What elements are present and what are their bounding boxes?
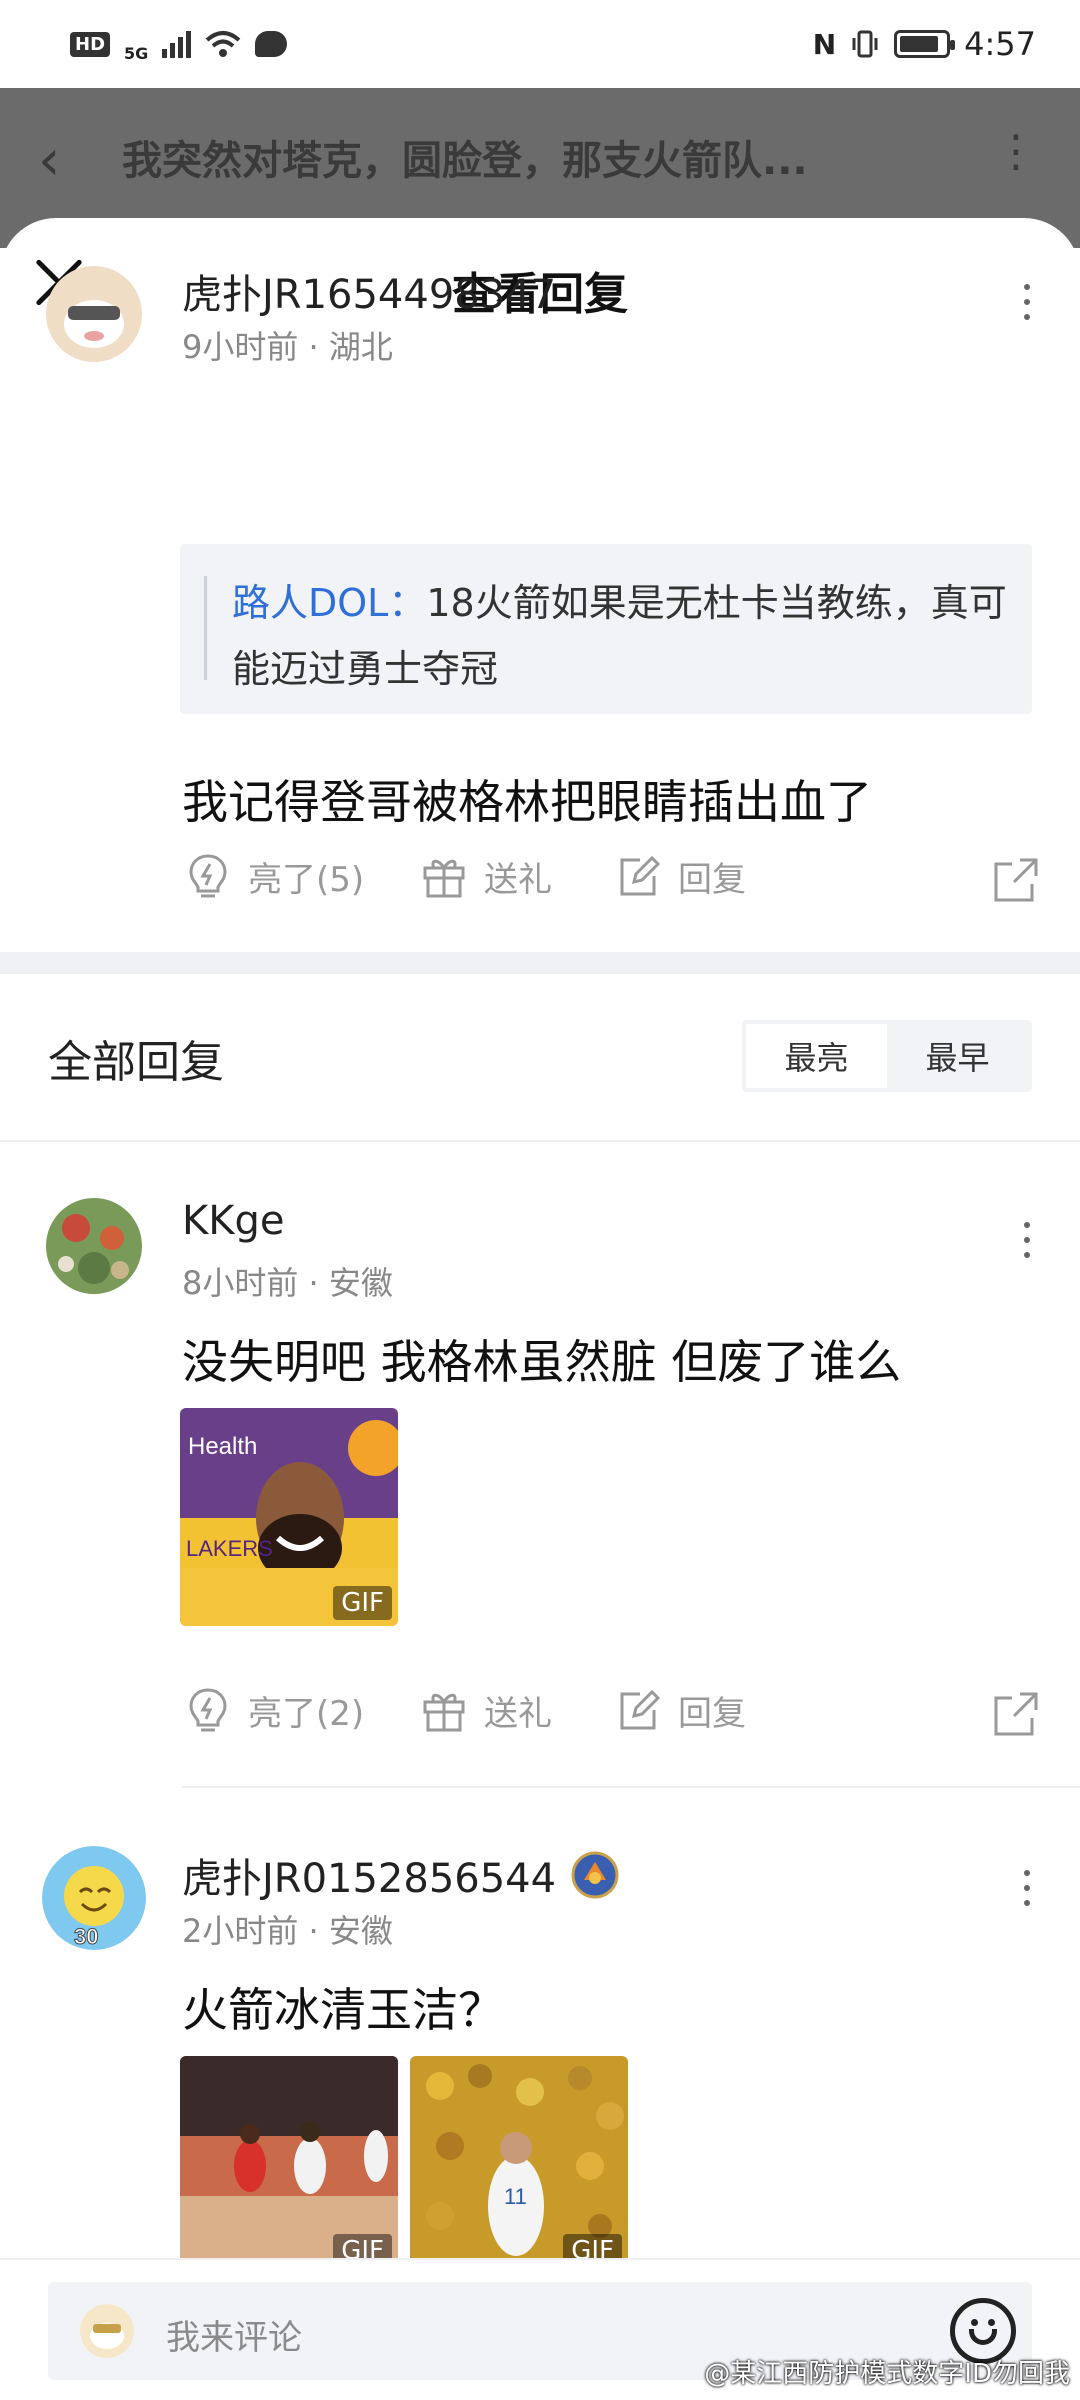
comment-actions: 亮了(2) 送礼 回复 (182, 1684, 1042, 1744)
gif-badge: GIF (333, 1586, 392, 1620)
avatar (80, 2304, 134, 2358)
avatar[interactable] (46, 1198, 142, 1294)
main-comment: 虎扑JR1654498347 9小时前 · 湖北 路人DOL：18火箭如果是无杜… (0, 218, 1080, 1118)
quote-author[interactable]: 路人DOL： (232, 581, 426, 625)
lightbulb-icon (189, 854, 227, 898)
more-vertical-icon[interactable]: ⋮ (994, 126, 1038, 177)
sort-option-earliest[interactable]: 最早 (887, 1024, 1028, 1088)
bottom-comment-bar: 我来评论 @某江西防护模式数字ID勿回我 (0, 2258, 1080, 2400)
section-separator (0, 952, 1080, 974)
wifi-icon (205, 31, 241, 57)
nfc-icon: N (812, 27, 837, 61)
like-button[interactable]: 亮了(2) (182, 1684, 364, 1736)
edit-icon (620, 855, 661, 896)
like-button[interactable]: 亮了(5) (182, 850, 364, 902)
sort-toggle: 最亮 最早 (742, 1020, 1032, 1092)
comment-meta: 8小时前 · 安徽 (182, 1264, 393, 1302)
gift-label: 送礼 (484, 859, 552, 900)
comment-placeholder: 我来评论 (166, 2318, 302, 2358)
gift-button[interactable]: 送礼 (418, 850, 552, 902)
comment-text: 没失明吧 我格林虽然脏 但废了谁么 (182, 1335, 902, 1389)
sort-option-brightest[interactable]: 最亮 (746, 1024, 887, 1088)
gif-image[interactable]: 11 GIF (410, 2056, 628, 2274)
gif-health-text: Health (188, 1433, 257, 1460)
reply-label: 回复 (678, 1693, 746, 1734)
username-text: 虎扑JR0152856544 (182, 1856, 557, 1902)
comment-text: 我记得登哥被格林把眼睛插出血了 (182, 775, 872, 829)
share-icon[interactable] (990, 854, 1042, 906)
divider (182, 1786, 1080, 1788)
comment-meta: 9小时前 · 湖北 (182, 328, 393, 366)
signal-icon (162, 30, 192, 58)
lightbulb-icon (189, 1688, 227, 1732)
username-text: KKge (182, 1198, 285, 1244)
article-title: 我突然对塔克，圆脸登，那支火箭队... (122, 138, 808, 184)
network-type: 5G (124, 43, 149, 63)
quoted-comment[interactable]: 路人DOL：18火箭如果是无杜卡当教练，真可能迈过勇士夺冠 (180, 544, 1032, 714)
avatar-badge: 30 (74, 1924, 98, 1949)
avatar[interactable] (46, 266, 142, 362)
status-bar: HD 5G N 4:57 (0, 0, 1080, 88)
share-icon[interactable] (990, 1688, 1042, 1740)
reply-item: KKge 8小时前 · 安徽 没失明吧 我格林虽然脏 但废了谁么 Health … (0, 1198, 1080, 1798)
avatar[interactable]: 30 (42, 1846, 146, 1950)
jersey-number: 11 (504, 2184, 527, 2209)
gif-image[interactable]: GIF (180, 2056, 398, 2274)
comment-text: 火箭冰清玉洁？ (182, 1983, 504, 2037)
comment-actions: 亮了(5) 送礼 回复 (182, 850, 1042, 910)
username[interactable]: 虎扑JR1654498347 (182, 262, 556, 320)
emoji-smile (969, 2329, 997, 2345)
back-icon[interactable]: ‹ (38, 128, 60, 193)
gift-icon (423, 859, 465, 898)
battery-level (900, 36, 938, 52)
status-right: N 4:57 (813, 25, 1036, 63)
comment-meta: 2小时前 · 安徽 (182, 1912, 393, 1950)
team-badge-icon (571, 1851, 619, 1899)
more-options-icon[interactable] (1024, 1870, 1032, 1906)
gif-image[interactable]: Health LAKERS GIF (180, 1408, 398, 1626)
username[interactable]: KKge (182, 1198, 284, 1244)
like-label: 亮了(2) (248, 1693, 365, 1734)
message-icon (255, 31, 288, 57)
status-left: HD 5G (70, 26, 288, 63)
username-text: 虎扑JR1654498347 (182, 272, 557, 318)
gift-button[interactable]: 送礼 (418, 1684, 552, 1736)
quote-text-block: 路人DOL：18火箭如果是无杜卡当教练，真可能迈过勇士夺冠 (232, 570, 1012, 702)
divider (0, 1140, 1080, 1142)
gift-icon (423, 1693, 465, 1732)
hd-badge: HD (70, 31, 111, 57)
battery-icon (894, 30, 956, 58)
gift-label: 送礼 (484, 1693, 552, 1734)
gif-lakers-text: LAKERS (186, 1536, 273, 1561)
edit-icon (620, 1689, 661, 1730)
like-label: 亮了(5) (248, 859, 365, 900)
watermark: @某江西防护模式数字ID勿回我 (704, 2359, 1070, 2389)
all-replies-heading: 全部回复 (48, 1037, 224, 1088)
reply-button[interactable]: 回复 (612, 850, 746, 902)
more-options-icon[interactable] (1024, 1222, 1032, 1258)
reply-button[interactable]: 回复 (612, 1684, 746, 1736)
reply-label: 回复 (678, 859, 746, 900)
username[interactable]: 虎扑JR0152856544 (182, 1846, 620, 1904)
clock: 4:57 (964, 25, 1036, 63)
more-options-icon[interactable] (1024, 284, 1032, 320)
vibrate-icon (852, 30, 878, 58)
reply-sheet: 查看回复 虎扑JR1654498347 9小时前 · 湖北 路人DOL：18火箭… (0, 218, 1080, 2400)
